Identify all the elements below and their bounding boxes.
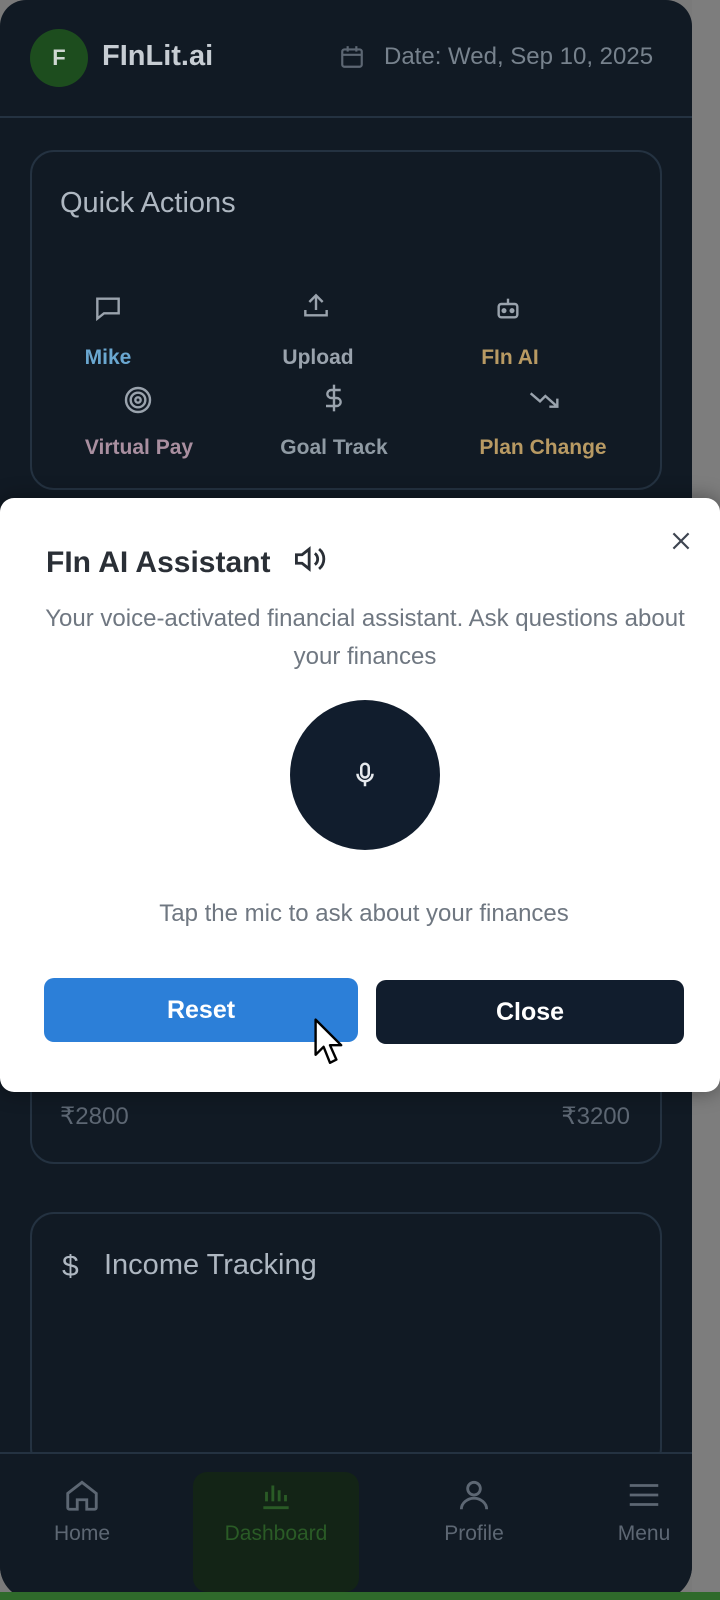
dialog-title: FIn AI Assistant [46, 546, 271, 579]
user-icon [459, 1480, 489, 1510]
nav-home-label: Home [53, 1522, 111, 1545]
bar-chart-icon [263, 1485, 289, 1510]
date-label: Date: Wed, Sep 10, 2025 [384, 43, 654, 70]
chat-icon[interactable] [92, 292, 124, 324]
calendar-icon [341, 46, 363, 68]
nav-profile[interactable]: Profile [414, 1476, 534, 1546]
upload-icon[interactable] [300, 290, 332, 322]
dollar-icon[interactable] [318, 382, 350, 414]
close-button[interactable]: Close [376, 980, 684, 1044]
quick-action-mike[interactable]: Mike [85, 346, 132, 370]
quick-action-fin-ai[interactable]: FIn AI [481, 346, 539, 370]
menu-icon [629, 1484, 659, 1506]
quick-action-plan-change[interactable]: Plan Change [479, 436, 606, 460]
close-icon[interactable] [668, 528, 694, 554]
reset-button[interactable]: Reset [44, 978, 358, 1042]
mouse-cursor-icon [314, 1018, 343, 1064]
app-header: F FInLit.ai Date: Wed, Sep 10, 2025 [0, 0, 692, 118]
nav-dashboard[interactable]: Dashboard [193, 1472, 359, 1592]
dialog-hint: Tap the mic to ask about your finances [159, 900, 569, 927]
mic-button[interactable] [290, 700, 440, 850]
bottom-navigation: Home Dashboard Profile Menu [0, 1452, 692, 1600]
quick-actions-title: Quick Actions [60, 187, 236, 219]
nav-menu[interactable]: Menu [584, 1476, 692, 1546]
bottom-edge-bar [0, 1592, 720, 1600]
income-tracking-title: Income Tracking [104, 1249, 317, 1281]
dollar-sign-icon: $ [62, 1250, 79, 1283]
quick-action-virtual-pay[interactable]: Virtual Pay [85, 436, 193, 460]
trend-down-icon[interactable] [528, 384, 560, 416]
brand-name: FInLit.ai [102, 40, 214, 72]
quick-action-goal-track[interactable]: Goal Track [280, 436, 387, 460]
bot-icon[interactable] [492, 292, 524, 324]
budget-right-value: ₹3200 [561, 1103, 630, 1130]
nav-dashboard-label: Dashboard [224, 1522, 328, 1545]
home-icon [66, 1480, 98, 1511]
nav-menu-label: Menu [617, 1522, 671, 1545]
speaker-icon[interactable] [292, 542, 332, 576]
target-icon[interactable] [122, 384, 154, 416]
nav-profile-label: Profile [444, 1522, 504, 1545]
dialog-description: Your voice-activated financial assistant… [45, 605, 685, 670]
assistant-dialog: FIn AI Assistant Your voice-activated fi… [0, 498, 720, 1092]
avatar[interactable]: F [30, 29, 88, 87]
microphone-icon [356, 762, 374, 787]
budget-left-value: ₹2800 [60, 1103, 129, 1130]
nav-home[interactable]: Home [22, 1476, 142, 1546]
quick-action-upload[interactable]: Upload [282, 346, 353, 370]
